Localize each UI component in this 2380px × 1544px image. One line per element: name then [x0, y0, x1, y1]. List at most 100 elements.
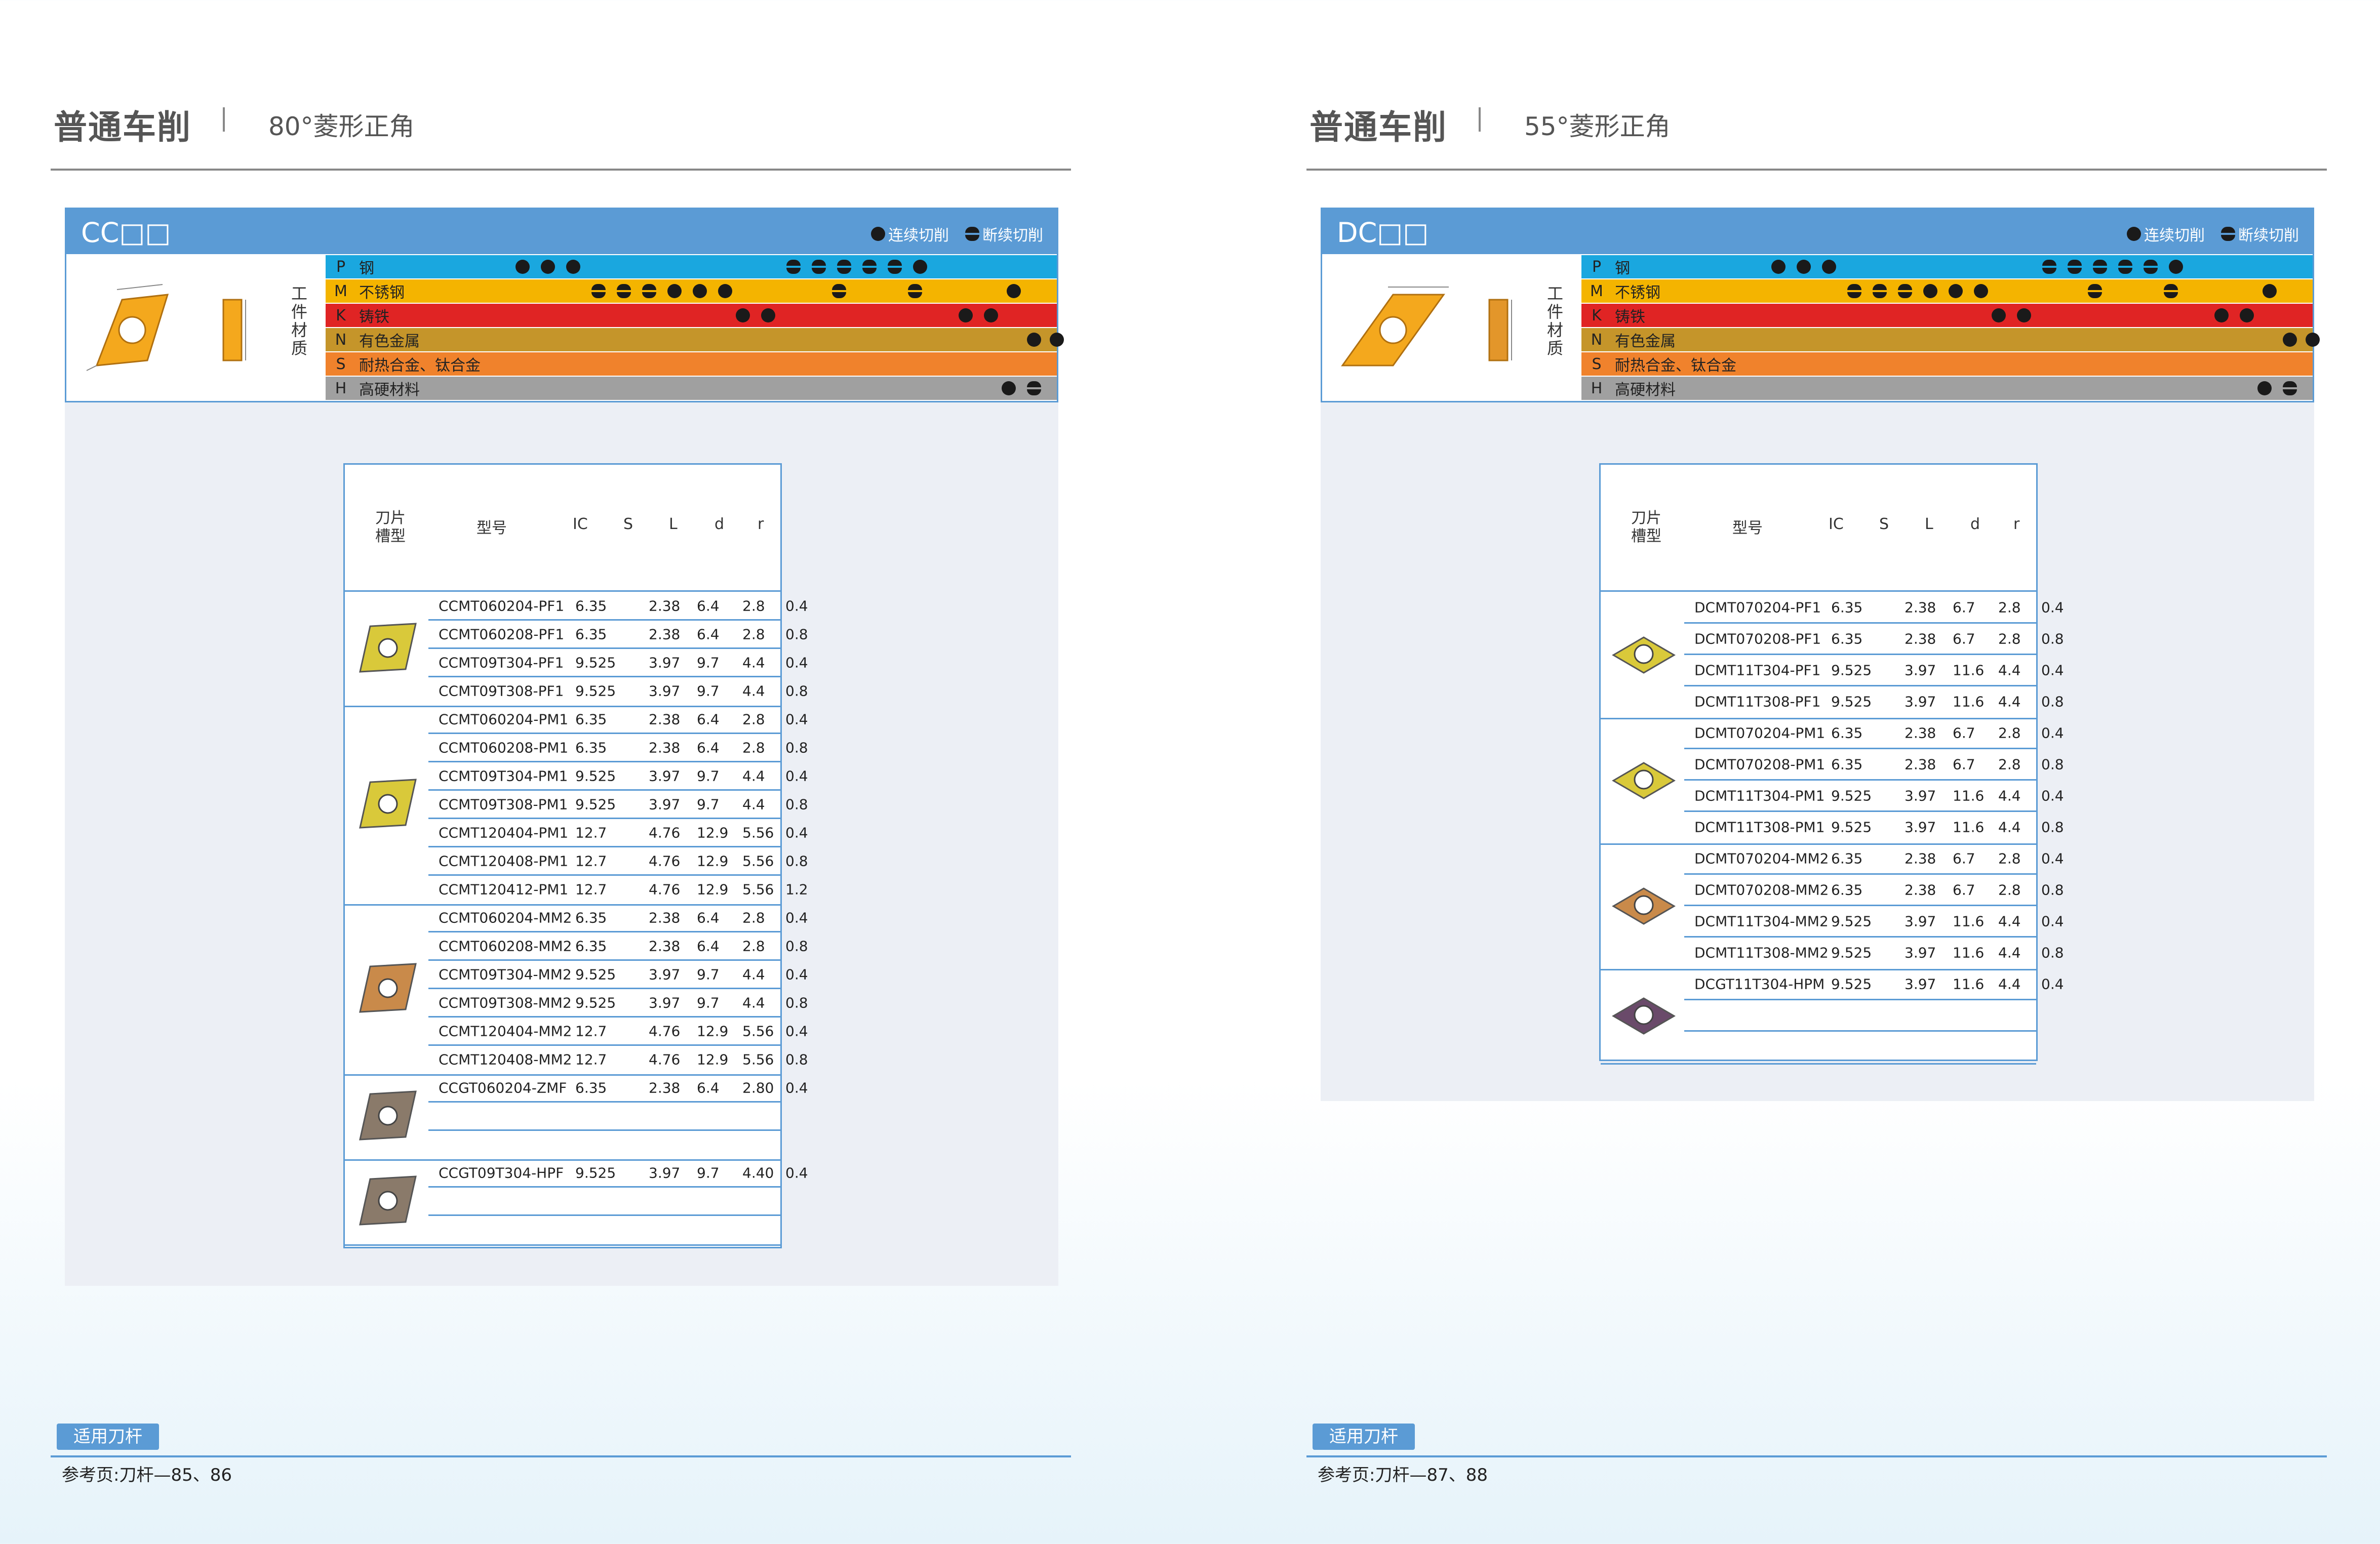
filled-circle-icon: [2127, 227, 2141, 241]
material-row-h: H 高硬材料: [326, 377, 1057, 400]
cell-d: 2.8: [1998, 599, 2021, 616]
cell-l: 6.4: [697, 626, 720, 642]
material-name: 高硬材料: [359, 381, 420, 399]
material-code: P: [336, 258, 346, 276]
page-right: 普通车削 55°菱形正角 DC□□ 连续切削 断续切削 工件材质 P 钢 M 不锈钢 K…: [1256, 0, 2380, 1544]
filled-circle-icon: [2283, 333, 2297, 347]
cell-r: 0.8: [2041, 756, 2064, 773]
table-row: CCMT09T304-PM1 9.525 3.97 9.7 4.4 0.4: [428, 762, 808, 791]
cell-s: 3.97: [1905, 913, 1936, 929]
material-code: S: [1592, 355, 1602, 373]
split-circle-icon: [617, 284, 631, 298]
filled-circle-icon: [1822, 260, 1836, 274]
cell-s: 2.38: [649, 711, 681, 727]
cell-s: 2.38: [649, 1079, 681, 1096]
cell-s: 3.97: [649, 682, 681, 699]
split-circle-icon: [2042, 260, 2056, 274]
cell-model: CCMT120408-MM2: [439, 1051, 572, 1068]
cell-d: 4.4: [742, 682, 765, 699]
cell-ic: 9.525: [1831, 913, 1872, 929]
split-circle-icon: [832, 284, 846, 298]
workpiece-label: 工件材质: [291, 284, 307, 358]
filled-circle-icon: [984, 308, 998, 322]
cell-l: 9.7: [697, 767, 720, 784]
cell-s: 3.97: [649, 966, 681, 983]
cell-l: 6.4: [697, 739, 720, 756]
filled-circle-icon: [2214, 308, 2229, 322]
cell-ic: 12.7: [575, 1051, 607, 1068]
material-code: N: [335, 331, 347, 349]
footer-tag: 适用刀杆: [1313, 1424, 1415, 1450]
material-row-s: S 耐热合金、钛合金: [326, 352, 1057, 376]
cell-s: 2.38: [649, 938, 681, 954]
material-name: 钢: [359, 260, 374, 277]
cell-ic: 9.525: [1831, 787, 1872, 804]
cell-ic: 6.35: [575, 938, 607, 954]
cell-l: 6.7: [1953, 881, 1975, 898]
material-rows: P 钢 M 不锈钢 K 铸铁 N 有色金属 S 耐热合金、钛合金 H 高硬材料: [326, 255, 1064, 401]
insert-card: CC□□ 连续切削 断续切削 工件材质 P 钢 M 不锈钢 K 铸铁 N 有色金属 S 耐热合金、…: [65, 208, 1064, 1286]
title-separator: [223, 107, 225, 132]
page-title: 普通车削: [1310, 108, 1447, 147]
cell-d: 4.4: [1998, 662, 2021, 678]
cell-d: 4.4: [1998, 693, 2021, 710]
cell-d: 4.4: [742, 966, 765, 983]
cell-l: 12.9: [697, 852, 729, 869]
table-header: 刀片槽型 型号 IC S Ld r: [345, 465, 780, 592]
cell-s: 3.97: [1905, 662, 1936, 678]
cell-r: 0.8: [785, 852, 808, 869]
filled-circle-icon: [959, 308, 973, 322]
cell-s: 2.38: [1905, 881, 1936, 898]
table-row: CCGT09T304-HPF 9.525 3.97 9.7 4.40 0.4: [428, 1159, 808, 1188]
insert-group: CCMT060204-PM1 6.35 2.38 6.4 2.8 0.4 CCMT06020…: [345, 706, 808, 906]
split-circle-icon: [908, 284, 922, 298]
cell-ic: 9.525: [575, 966, 616, 983]
table-row: CCMT120408-PM1 12.7 4.76 12.9 5.56 0.8: [428, 847, 808, 876]
cell-d: 4.4: [742, 654, 765, 671]
cell-ic: 9.525: [575, 682, 616, 699]
cell-model: DCMT070204-PM1: [1694, 724, 1826, 741]
filled-circle-icon: [566, 260, 580, 274]
cell-d: 5.56: [742, 852, 774, 869]
table-row: [428, 1216, 780, 1243]
filled-circle-icon: [1771, 260, 1786, 274]
header-ic: IC: [573, 515, 588, 533]
cell-s: 3.97: [649, 654, 681, 671]
cell-s: 2.38: [649, 909, 681, 926]
cell-s: 2.38: [1905, 850, 1936, 867]
cell-r: 0.8: [2041, 944, 2064, 961]
table-row: DCMT070208-PF1 6.35 2.38 6.7 2.8 0.8: [1684, 624, 2064, 655]
insert-photo-icon: [1612, 997, 1676, 1035]
cell-r: 0.4: [785, 824, 808, 841]
material-row-h: H 高硬材料: [1581, 377, 2313, 400]
cell-ic: 6.35: [575, 626, 607, 642]
insert-photo: [1601, 592, 1682, 718]
cell-l: 9.7: [697, 654, 720, 671]
cell-l: 6.4: [697, 597, 720, 614]
cell-ic: 12.7: [575, 881, 607, 898]
cell-ic: 6.35: [575, 1079, 607, 1096]
filled-circle-icon: [1027, 333, 1041, 347]
table-row: CCMT060208-PF1 6.35 2.38 6.4 2.8 0.8: [428, 621, 808, 649]
split-circle-icon: [1898, 284, 1912, 298]
insert-photo: [1601, 969, 1682, 1063]
split-circle-icon: [591, 284, 606, 298]
cell-l: 11.6: [1953, 976, 1985, 992]
filled-circle-icon: [718, 284, 732, 298]
cell-d: 2.8: [1998, 850, 2021, 867]
cell-l: 9.7: [697, 796, 720, 812]
table-row: CCMT120408-MM2 12.7 4.76 12.9 5.56 0.8: [428, 1046, 808, 1073]
cell-l: 9.7: [697, 966, 720, 983]
material-box: 工件材质 P 钢 M 不锈钢 K 铸铁 N 有色金属 S 耐热合金、钛合金 H 高硬材料: [65, 254, 1064, 402]
filled-circle-icon: [693, 284, 707, 298]
table-row: CCMT09T304-PF1 9.525 3.97 9.7 4.4 0.4: [428, 649, 808, 677]
cell-s: 3.97: [1905, 693, 1936, 710]
cell-d: 5.56: [742, 1051, 774, 1068]
table-row: DCMT070204-MM2 6.35 2.38 6.7 2.8 0.4: [1684, 843, 2064, 875]
insert-photo-icon: [359, 623, 417, 673]
cell-d: 5.56: [742, 824, 774, 841]
split-circle-icon: [2221, 227, 2235, 241]
cell-r: 0.8: [785, 938, 808, 954]
table-row: DCMT070208-PM1 6.35 2.38 6.7 2.8 0.8: [1684, 749, 2064, 781]
table-row: [428, 1103, 780, 1131]
